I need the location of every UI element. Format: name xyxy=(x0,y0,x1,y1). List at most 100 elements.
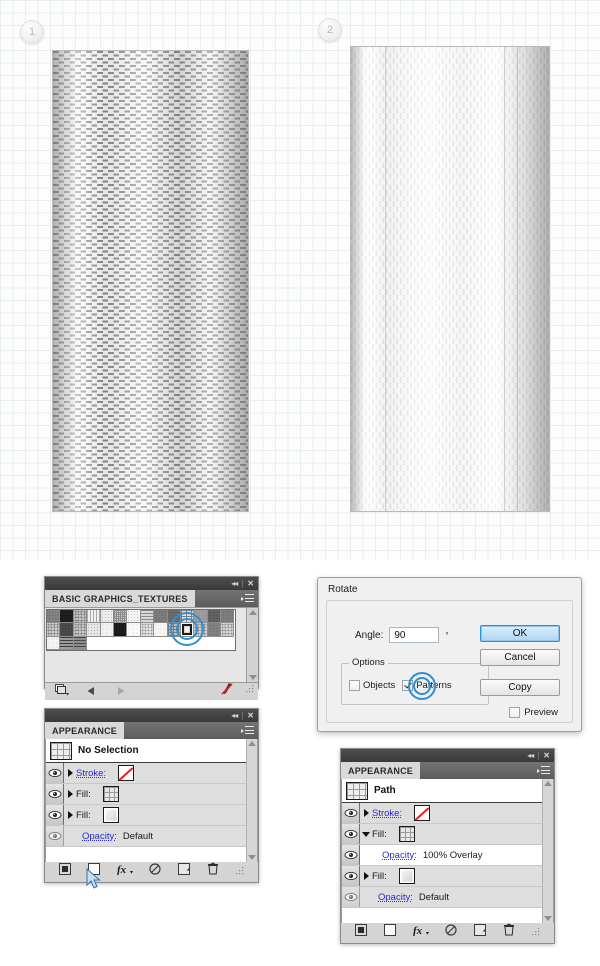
disclosure-triangle-collapsed[interactable] xyxy=(64,769,76,777)
swatch-item[interactable] xyxy=(113,610,128,624)
add-new-fill-icon[interactable] xyxy=(384,923,397,941)
visibility-toggle[interactable] xyxy=(342,824,360,844)
clear-appearance-icon[interactable] xyxy=(149,862,162,880)
appearance-swatch-thumbnail[interactable] xyxy=(91,786,131,802)
grid-chip-icon[interactable] xyxy=(398,826,415,842)
swatch-item[interactable] xyxy=(73,623,88,637)
cancel-button[interactable]: Cancel xyxy=(480,649,560,666)
previous-arrow-icon[interactable] xyxy=(85,683,97,701)
swatch-item[interactable] xyxy=(221,610,235,624)
appearance-row[interactable]: Fill: xyxy=(342,866,553,887)
swatch-item[interactable] xyxy=(73,610,88,624)
disclosure-triangle-expanded[interactable] xyxy=(360,831,372,837)
collapse-icon[interactable]: ◂◂ xyxy=(527,751,534,760)
close-icon[interactable]: ✕ xyxy=(247,711,254,720)
add-new-stroke-icon[interactable] xyxy=(355,923,368,941)
appearance-swatch-thumbnail[interactable] xyxy=(402,805,442,821)
scroll-up-arrow[interactable] xyxy=(248,741,256,746)
swatch-item[interactable] xyxy=(140,623,155,637)
add-new-stroke-icon[interactable] xyxy=(59,862,72,880)
appearance-row-label[interactable]: Stroke: xyxy=(76,768,106,779)
visibility-toggle[interactable] xyxy=(342,803,360,823)
appearance-swatch-thumbnail[interactable] xyxy=(387,868,427,884)
appearance-panel-no-selection[interactable]: ◂◂ | ✕ APPEARANCE No Selection Stroke: Fil… xyxy=(44,708,259,883)
solid-chip-icon[interactable] xyxy=(102,807,119,823)
tab-appearance[interactable]: APPEARANCE xyxy=(341,762,421,779)
panel-menu-icon[interactable] xyxy=(241,594,254,603)
appearance-row[interactable]: Stroke: xyxy=(342,803,553,824)
swatch-item[interactable] xyxy=(194,610,208,624)
scroll-down-arrow[interactable] xyxy=(248,855,256,860)
preview-checkbox[interactable] xyxy=(509,707,521,718)
appearance-row[interactable]: Opacity: Default xyxy=(342,887,553,908)
appearance-row[interactable]: Fill: xyxy=(46,805,257,826)
swatch-item[interactable] xyxy=(47,636,61,651)
add-effect-fx-icon[interactable]: fx xyxy=(117,862,133,880)
visibility-toggle[interactable] xyxy=(342,887,360,907)
swatch-scrollbar[interactable] xyxy=(246,608,258,682)
collapse-icon[interactable]: ◂◂ xyxy=(231,711,238,720)
resize-grip-icon[interactable] xyxy=(531,923,540,941)
panel-menu-icon[interactable] xyxy=(537,766,550,775)
appearance-row[interactable]: Stroke: xyxy=(46,763,257,784)
panel-menu-icon[interactable] xyxy=(241,726,254,735)
disclosure-triangle-collapsed[interactable] xyxy=(64,811,76,819)
scroll-up-arrow[interactable] xyxy=(544,781,552,786)
disclosure-triangle-collapsed[interactable] xyxy=(360,872,372,880)
delete-item-trash-icon[interactable] xyxy=(207,862,219,880)
appearance-row-list[interactable]: No Selection Stroke: Fill: Fill: Opacity: Def… xyxy=(45,739,258,862)
swatch-libraries-icon[interactable] xyxy=(55,683,69,701)
visibility-toggle[interactable] xyxy=(342,866,360,886)
scroll-down-arrow[interactable] xyxy=(544,916,552,921)
appearance-row-label[interactable]: Stroke: xyxy=(372,808,402,819)
swatch-item[interactable] xyxy=(127,610,141,624)
copy-button[interactable]: Copy xyxy=(480,679,560,696)
swatch-item[interactable] xyxy=(140,610,155,624)
grid-chip-icon[interactable] xyxy=(102,786,119,802)
resize-grip-icon[interactable] xyxy=(235,862,244,880)
appearance-row[interactable]: Fill: xyxy=(46,784,257,805)
swatch-item[interactable] xyxy=(113,623,128,637)
solid-chip-icon[interactable] xyxy=(398,868,415,884)
appearance-row[interactable]: Fill: xyxy=(342,824,553,845)
close-icon[interactable]: ✕ xyxy=(543,751,550,760)
duplicate-item-icon[interactable] xyxy=(474,923,487,941)
swatch-item[interactable] xyxy=(100,610,114,624)
collapse-icon[interactable]: ◂◂ xyxy=(231,579,238,588)
swatch-item[interactable] xyxy=(194,623,208,637)
swatch-item[interactable] xyxy=(60,636,74,651)
swatch-item[interactable] xyxy=(180,610,195,624)
swatch-item[interactable] xyxy=(47,610,61,624)
swatch-item[interactable] xyxy=(180,623,195,637)
swatch-item[interactable] xyxy=(154,623,168,637)
visibility-toggle[interactable] xyxy=(46,763,64,783)
appearance-swatch-thumbnail[interactable] xyxy=(387,826,427,842)
swatch-library-panel[interactable]: ◂◂ | ✕ BASIC GRAPHICS_TEXTURES xyxy=(44,576,259,700)
disclosure-triangle-collapsed[interactable] xyxy=(360,809,372,817)
add-effect-fx-icon[interactable]: fx xyxy=(413,923,429,941)
swatch-item[interactable] xyxy=(60,610,74,624)
delete-brush-icon[interactable] xyxy=(220,682,234,701)
swatch-item[interactable] xyxy=(154,610,168,624)
rotate-dialog[interactable]: Rotate Angle: 90 ° Options Objects Patte… xyxy=(317,577,582,732)
visibility-toggle[interactable] xyxy=(46,826,64,846)
appearance-row[interactable]: Opacity: Default xyxy=(46,826,257,847)
textured-rectangle-original[interactable] xyxy=(52,50,249,512)
swatch-grid[interactable] xyxy=(46,609,236,652)
swatch-item[interactable] xyxy=(73,636,88,651)
appearance-row-label[interactable]: Opacity: xyxy=(82,831,117,842)
delete-item-trash-icon[interactable] xyxy=(503,923,515,941)
swatch-item[interactable] xyxy=(127,623,141,637)
visibility-toggle[interactable] xyxy=(46,784,64,804)
disclosure-triangle-collapsed[interactable] xyxy=(64,790,76,798)
swatch-item[interactable] xyxy=(207,623,222,637)
appearance-row-label[interactable]: Opacity: xyxy=(382,850,417,861)
appearance-scrollbar[interactable] xyxy=(542,779,553,923)
none-chip-icon[interactable] xyxy=(118,765,135,781)
visibility-toggle[interactable] xyxy=(46,805,64,825)
swatch-item[interactable] xyxy=(100,623,114,637)
appearance-swatch-thumbnail[interactable] xyxy=(106,765,146,781)
close-icon[interactable]: ✕ xyxy=(247,579,254,588)
swatch-item[interactable] xyxy=(221,623,235,637)
swatch-grid-area[interactable] xyxy=(45,607,258,683)
